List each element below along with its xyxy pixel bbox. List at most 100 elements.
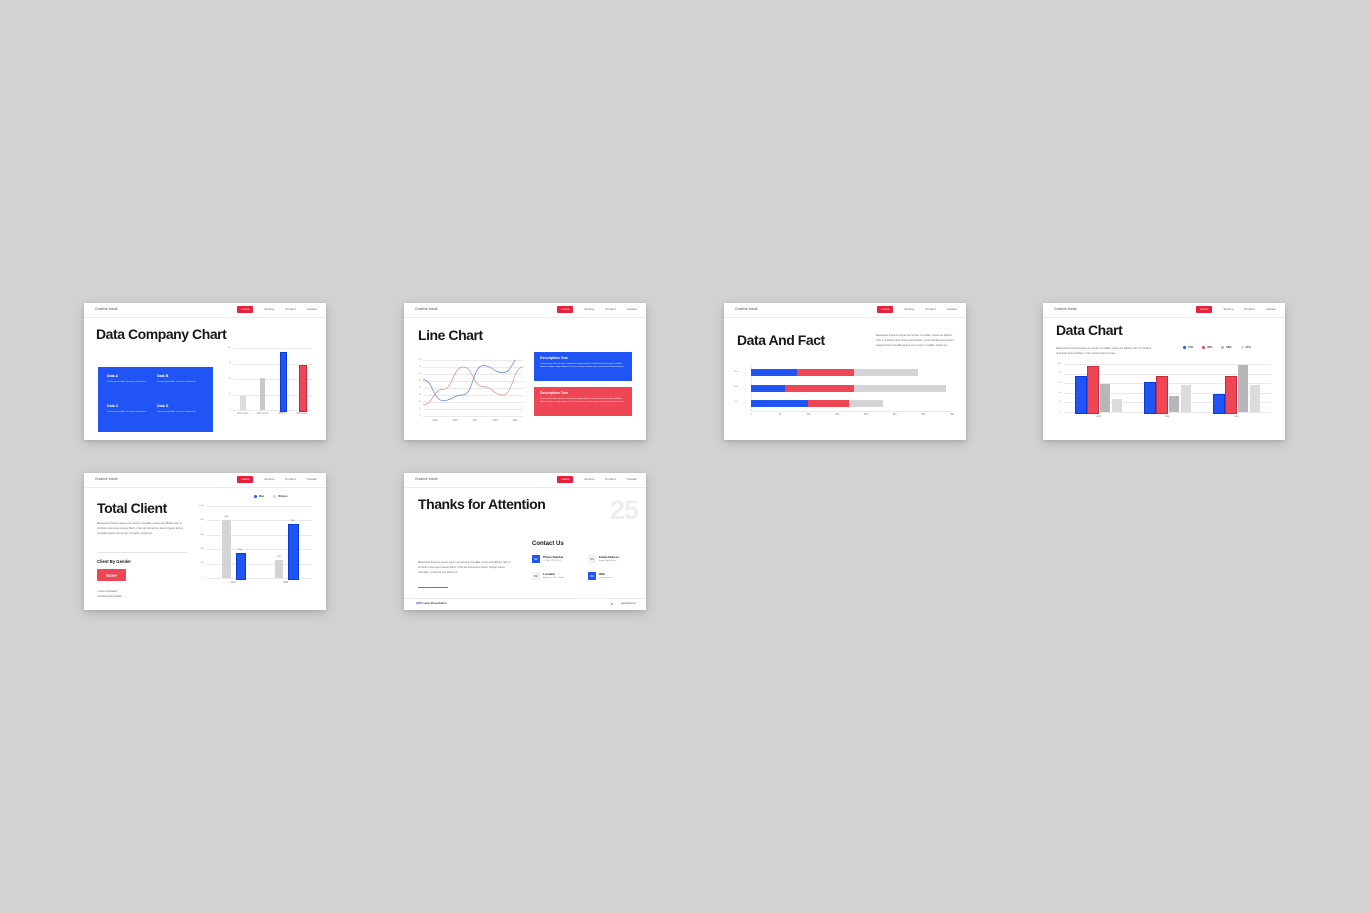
- y-tick-label: 200: [200, 562, 204, 565]
- footer-url[interactable]: www.lanex.co: [621, 602, 636, 605]
- nav-item-home[interactable]: Home: [557, 306, 574, 313]
- nav-item-service[interactable]: Service: [264, 307, 274, 311]
- y-tick-label: 60: [1058, 382, 1061, 384]
- nav-item-home[interactable]: Home: [237, 476, 254, 483]
- nav-item-service[interactable]: Service: [584, 307, 594, 311]
- bar-value-label: 350: [238, 548, 242, 551]
- contact-phone-value: +1 (86) 8123 45 61: [543, 560, 562, 562]
- data-card-a-text: Lorem ipsum dolor sit amet, consectetur: [107, 380, 146, 383]
- slide-gallery: Creative Inside Home Service Product Con…: [0, 0, 1370, 913]
- nav-item-home[interactable]: Home: [877, 306, 894, 313]
- y-tick-label: 50: [418, 379, 421, 382]
- description-one-card: Description One Lorem ipsum dolor sit am…: [534, 352, 632, 381]
- contact-email-label: Email Address: [599, 555, 619, 559]
- nav-item-product[interactable]: Product: [1244, 307, 1254, 311]
- slide-thumbnail-data-company-chart[interactable]: Creative Inside Home Service Product Con…: [84, 303, 326, 440]
- bar-0-2: [1099, 384, 1110, 412]
- x-tick-label: 100: [806, 414, 811, 416]
- nav-bar: Home Service Product Contact: [237, 306, 317, 313]
- legend-dot-red: [1202, 346, 1206, 349]
- y-tick-label: 60: [418, 372, 421, 375]
- hbar-2-0: [751, 399, 809, 407]
- legend-dot-light: [1240, 346, 1244, 349]
- hbar-1-2: [854, 384, 947, 392]
- nav-item-home[interactable]: Home: [557, 476, 574, 483]
- x-tick-label: 350: [950, 414, 954, 416]
- horizontal-bar-chart-facts: New Sale Old 0 50 100 150 200 250 300 350: [734, 365, 956, 427]
- hbar-2-2: [848, 399, 884, 407]
- nav-item-home[interactable]: Home: [1196, 306, 1213, 313]
- bar-1-0: [274, 560, 284, 578]
- hbar-0-0: [751, 369, 797, 377]
- intro-paragraph: Maecenas rhoncus augue nec tempor conval…: [97, 522, 183, 535]
- nav-item-product[interactable]: Product: [605, 307, 615, 311]
- slide-thumbnail-thanks-for-attention[interactable]: Creative Inside Home Service Product Con…: [404, 473, 646, 610]
- nav-item-contact[interactable]: Contact: [627, 307, 637, 311]
- slide-footer: 2023 Luxas Presentation ➤ www.lanex.co: [404, 598, 646, 610]
- y-tick-label: 0: [1059, 410, 1061, 413]
- nav-item-product[interactable]: Product: [285, 307, 295, 311]
- accent-rule: [418, 587, 448, 588]
- nav-item-service[interactable]: Service: [904, 307, 914, 311]
- bar-1-2: [1168, 395, 1179, 412]
- nav-item-home[interactable]: Home: [237, 306, 254, 313]
- legend-label-2: 96%: [1207, 346, 1213, 349]
- slide-thumbnail-line-chart[interactable]: Creative Inside Home Service Product Con…: [404, 303, 646, 440]
- nav-bar: Home Service Product Contact: [1196, 306, 1276, 313]
- data-card-d-heading: Data D: [157, 404, 169, 408]
- x-tick-label: 33% Comp.: [256, 413, 269, 415]
- slide-thumbnail-data-chart[interactable]: Creative Inside Home Service Product Con…: [1043, 303, 1285, 440]
- nav-item-service[interactable]: Service: [584, 477, 594, 481]
- contact-item-web[interactable]: 04 Web www.lanex.co: [588, 572, 612, 580]
- contact-item-location[interactable]: 02 Location Amphion c 29 - Hauts: [532, 572, 564, 580]
- bar-value-label: 800: [224, 516, 229, 519]
- nav-item-contact[interactable]: Contact: [1266, 307, 1276, 311]
- y-tick-label: 80: [1058, 372, 1061, 375]
- data-card-d: Data D Lorem ipsum dolor sit amet, conse…: [157, 404, 205, 414]
- brand-logo: Creative Inside: [415, 307, 438, 311]
- legend-item-women: Women: [273, 495, 288, 498]
- bar-0-1: [235, 552, 247, 580]
- bullet-list: Lorem corporation Numbers with brodcast: [97, 590, 192, 600]
- slide-thumbnail-total-client[interactable]: Creative Inside Home Service Product Con…: [84, 473, 326, 610]
- nav-item-contact[interactable]: Contact: [947, 307, 957, 311]
- contact-web-value: www.lanex.co: [599, 577, 613, 579]
- data-card-c: Data C Lorem ipsum dolor sit amet, conse…: [107, 404, 155, 414]
- legend-dot-blue: [1183, 346, 1186, 349]
- y-tick-label: 40: [418, 386, 421, 389]
- intro-paragraph: Maecenas rhoncus augue nec tempor conval…: [876, 334, 954, 347]
- legend-item-1: 47%: [1183, 346, 1193, 349]
- contact-item-phone[interactable]: 01 Phone Number +1 (86) 8123 45 61: [532, 555, 564, 563]
- bar-value-label: 250: [277, 556, 281, 558]
- y-tick-label: 75: [228, 362, 231, 365]
- bar-1-0: [1143, 382, 1156, 414]
- legend-dot-man: [254, 495, 257, 498]
- nav-item-contact[interactable]: Contact: [307, 307, 317, 311]
- bar-0-1: [1087, 365, 1100, 414]
- nav-item-service[interactable]: Service: [264, 477, 274, 481]
- contact-index-04: 04: [588, 572, 596, 580]
- x-tick-label: 200: [863, 414, 868, 416]
- x-tick-label: 0: [750, 414, 752, 416]
- y-tick-label: 1000: [199, 504, 204, 507]
- y-tick-label: 50: [228, 377, 231, 380]
- hbar-0-1: [796, 369, 855, 377]
- nav-item-product[interactable]: Product: [285, 477, 295, 481]
- nav-item-contact[interactable]: Contact: [307, 477, 317, 481]
- nav-item-product[interactable]: Product: [925, 307, 935, 311]
- bar-chart-clients-by-year: 1000 800 600 400 200 0 800 350 2023 250 750 2024: [196, 504, 316, 601]
- contact-web-label: Web: [599, 572, 606, 576]
- nav-item-contact[interactable]: Contact: [627, 477, 637, 481]
- contact-email-value: lexas@gmail.com: [599, 560, 617, 562]
- contact-item-email[interactable]: 03 Email Address lexas@gmail.com: [588, 555, 619, 563]
- slide-thumbnail-data-and-fact[interactable]: Creative Inside Home Service Product Con…: [724, 303, 966, 440]
- legend-item-2: 96%: [1202, 346, 1212, 349]
- nav-item-product[interactable]: Product: [605, 477, 615, 481]
- page-title: Thanks for Attention: [418, 496, 546, 512]
- y-tick-label: New: [734, 370, 739, 373]
- contact-location-value: Amphion c 29 - Hauts: [543, 577, 565, 579]
- nav-item-service[interactable]: Service: [1223, 307, 1233, 311]
- bar-2: [279, 351, 288, 412]
- line-chart-trends: 80 70 60 50 40 30 20 10 0 2013 2015 2017 2020 2022: [414, 359, 526, 432]
- hbar-0-2: [854, 369, 918, 377]
